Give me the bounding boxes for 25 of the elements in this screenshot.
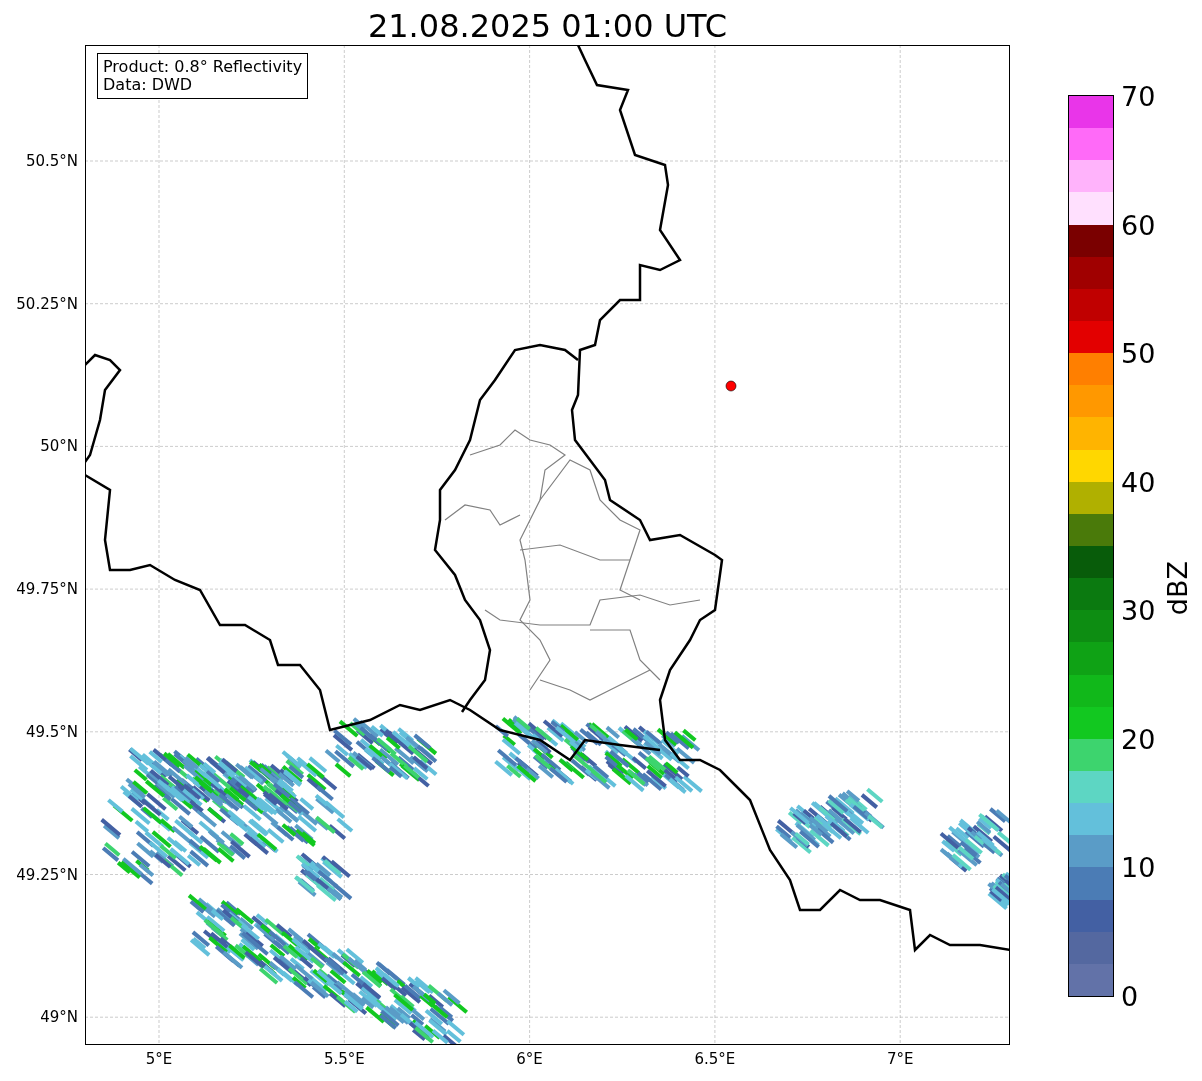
longitude-label: 6.5°E	[694, 1050, 736, 1068]
longitude-label: 5°E	[145, 1050, 173, 1068]
latitude-label: 49.5°N	[25, 722, 78, 741]
latitude-label: 49.25°N	[16, 865, 78, 884]
radar-site-marker	[725, 380, 737, 392]
longitude-label: 5.5°E	[323, 1050, 365, 1068]
colorbar-tick-label: 30	[1121, 594, 1156, 626]
colorbar-tick-label: 10	[1121, 851, 1156, 883]
colorbar-tick-label: 40	[1121, 466, 1156, 498]
colorbar-tick-label: 70	[1121, 80, 1156, 112]
latitude-label: 50.25°N	[16, 294, 78, 313]
colorbar-label: dBZ	[1162, 560, 1193, 616]
latitude-label: 49.75°N	[16, 580, 78, 599]
colorbar-tick-label: 50	[1121, 337, 1156, 369]
colorbar-tick-label: 60	[1121, 209, 1156, 241]
longitude-label: 6°E	[516, 1050, 543, 1068]
latitude-label: 50°N	[40, 437, 78, 456]
colorbar-tick-label: 0	[1121, 980, 1139, 1012]
chart-title: 21.08.2025 01:00 UTC	[366, 6, 729, 45]
legend-text: Product: 0.8° Reflectivity	[103, 58, 303, 76]
latitude-label: 50.5°N	[25, 152, 78, 170]
legend-text: Data: DWD	[103, 76, 194, 94]
latitude-label: 49°N	[40, 1008, 78, 1027]
colorbar-tick-label: 20	[1121, 723, 1156, 755]
longitude-label: 7°E	[886, 1050, 914, 1068]
